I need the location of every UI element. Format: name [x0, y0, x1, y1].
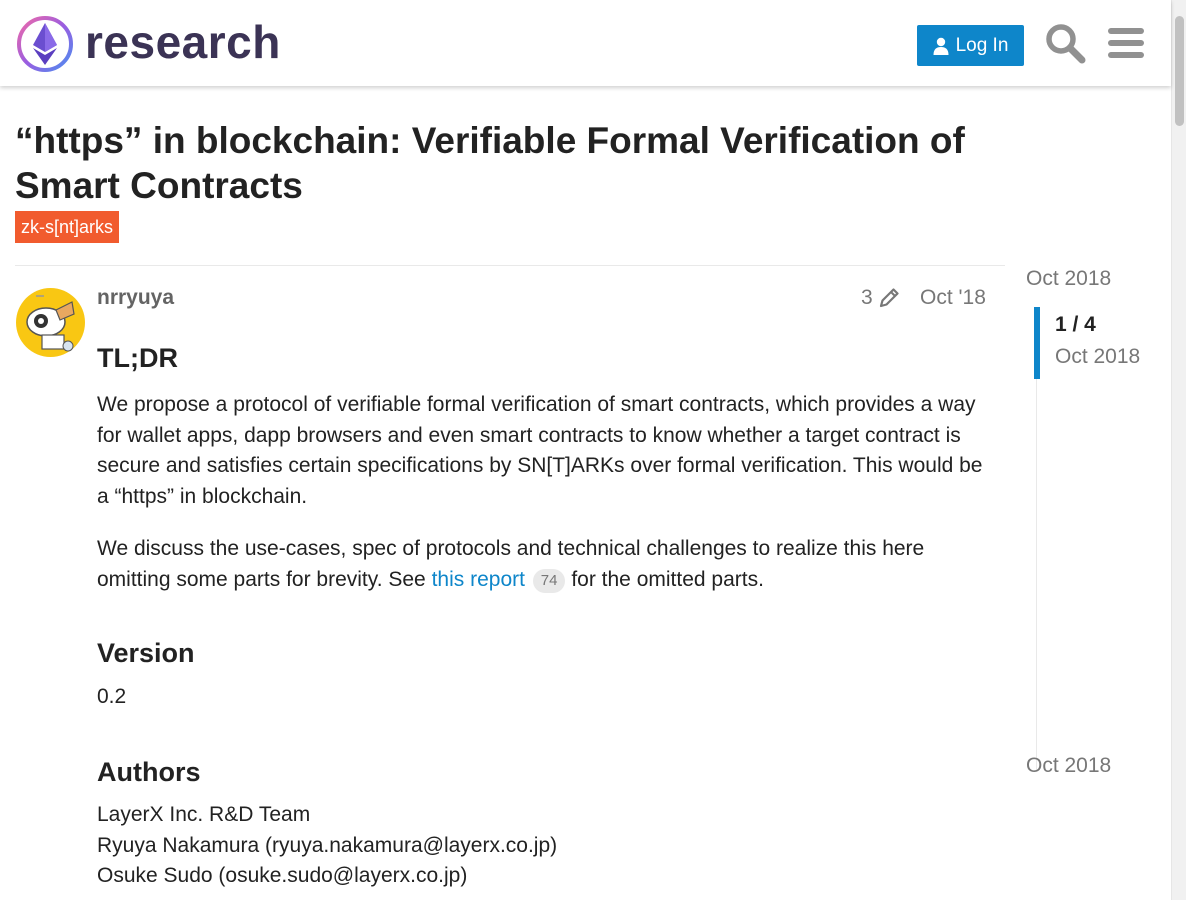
- scroll-thumb[interactable]: [1175, 16, 1184, 126]
- login-button[interactable]: Log In: [917, 25, 1024, 66]
- report-link[interactable]: this report: [432, 568, 525, 591]
- menu-icon[interactable]: [1105, 22, 1147, 64]
- author-line: LayerX Inc. R&D Team: [97, 803, 311, 826]
- heading-tldr: TL;DR: [97, 343, 178, 373]
- post-date[interactable]: Oct '18: [920, 286, 986, 310]
- version-value: 0.2: [97, 685, 127, 708]
- heading-authors: Authors: [97, 757, 201, 787]
- title-divider: [15, 265, 1005, 266]
- post-username[interactable]: nrryuya: [97, 286, 174, 310]
- author-line: Osuke Sudo (osuke.sudo@layerx.co.jp): [97, 864, 468, 887]
- login-label: Log In: [955, 34, 1009, 56]
- topic-tag[interactable]: zk-s[nt]arks: [15, 211, 120, 243]
- topic-title[interactable]: “https” in blockchain: Verifiable Formal…: [15, 118, 1015, 208]
- heading-version: Version: [97, 638, 195, 668]
- site-name[interactable]: research: [85, 14, 281, 70]
- paragraph-summary: We propose a protocol of verifiable form…: [97, 393, 983, 508]
- page-scrollbar[interactable]: [1171, 0, 1186, 900]
- pencil-icon: [879, 288, 899, 308]
- author-line: Ryuya Nakamura (ryuya.nakamura@layerx.co…: [97, 833, 558, 857]
- logo-icon[interactable]: [16, 14, 74, 72]
- search-icon[interactable]: [1044, 22, 1086, 64]
- timeline-position: 1 / 4: [1055, 313, 1096, 336]
- timeline-end-date[interactable]: Oct 2018: [1026, 754, 1111, 778]
- edit-count: 3: [861, 286, 873, 309]
- p2-text-after: for the omitted parts.: [565, 567, 764, 591]
- timeline-handle[interactable]: [1034, 307, 1040, 379]
- timeline-position-date: Oct 2018: [1055, 345, 1141, 368]
- link-click-count: 74: [532, 568, 566, 593]
- edit-history-button[interactable]: 3: [861, 286, 900, 310]
- timeline-start-date[interactable]: Oct 2018: [1026, 267, 1111, 291]
- user-icon: [933, 37, 949, 55]
- site-header: research Log In: [0, 0, 1171, 86]
- avatar[interactable]: [16, 288, 85, 357]
- paragraph-report: We discuss the use-cases, spec of protoc…: [97, 534, 997, 595]
- authors-list: LayerX Inc. R&D Team Ryuya Nakamura (ryu…: [97, 800, 997, 892]
